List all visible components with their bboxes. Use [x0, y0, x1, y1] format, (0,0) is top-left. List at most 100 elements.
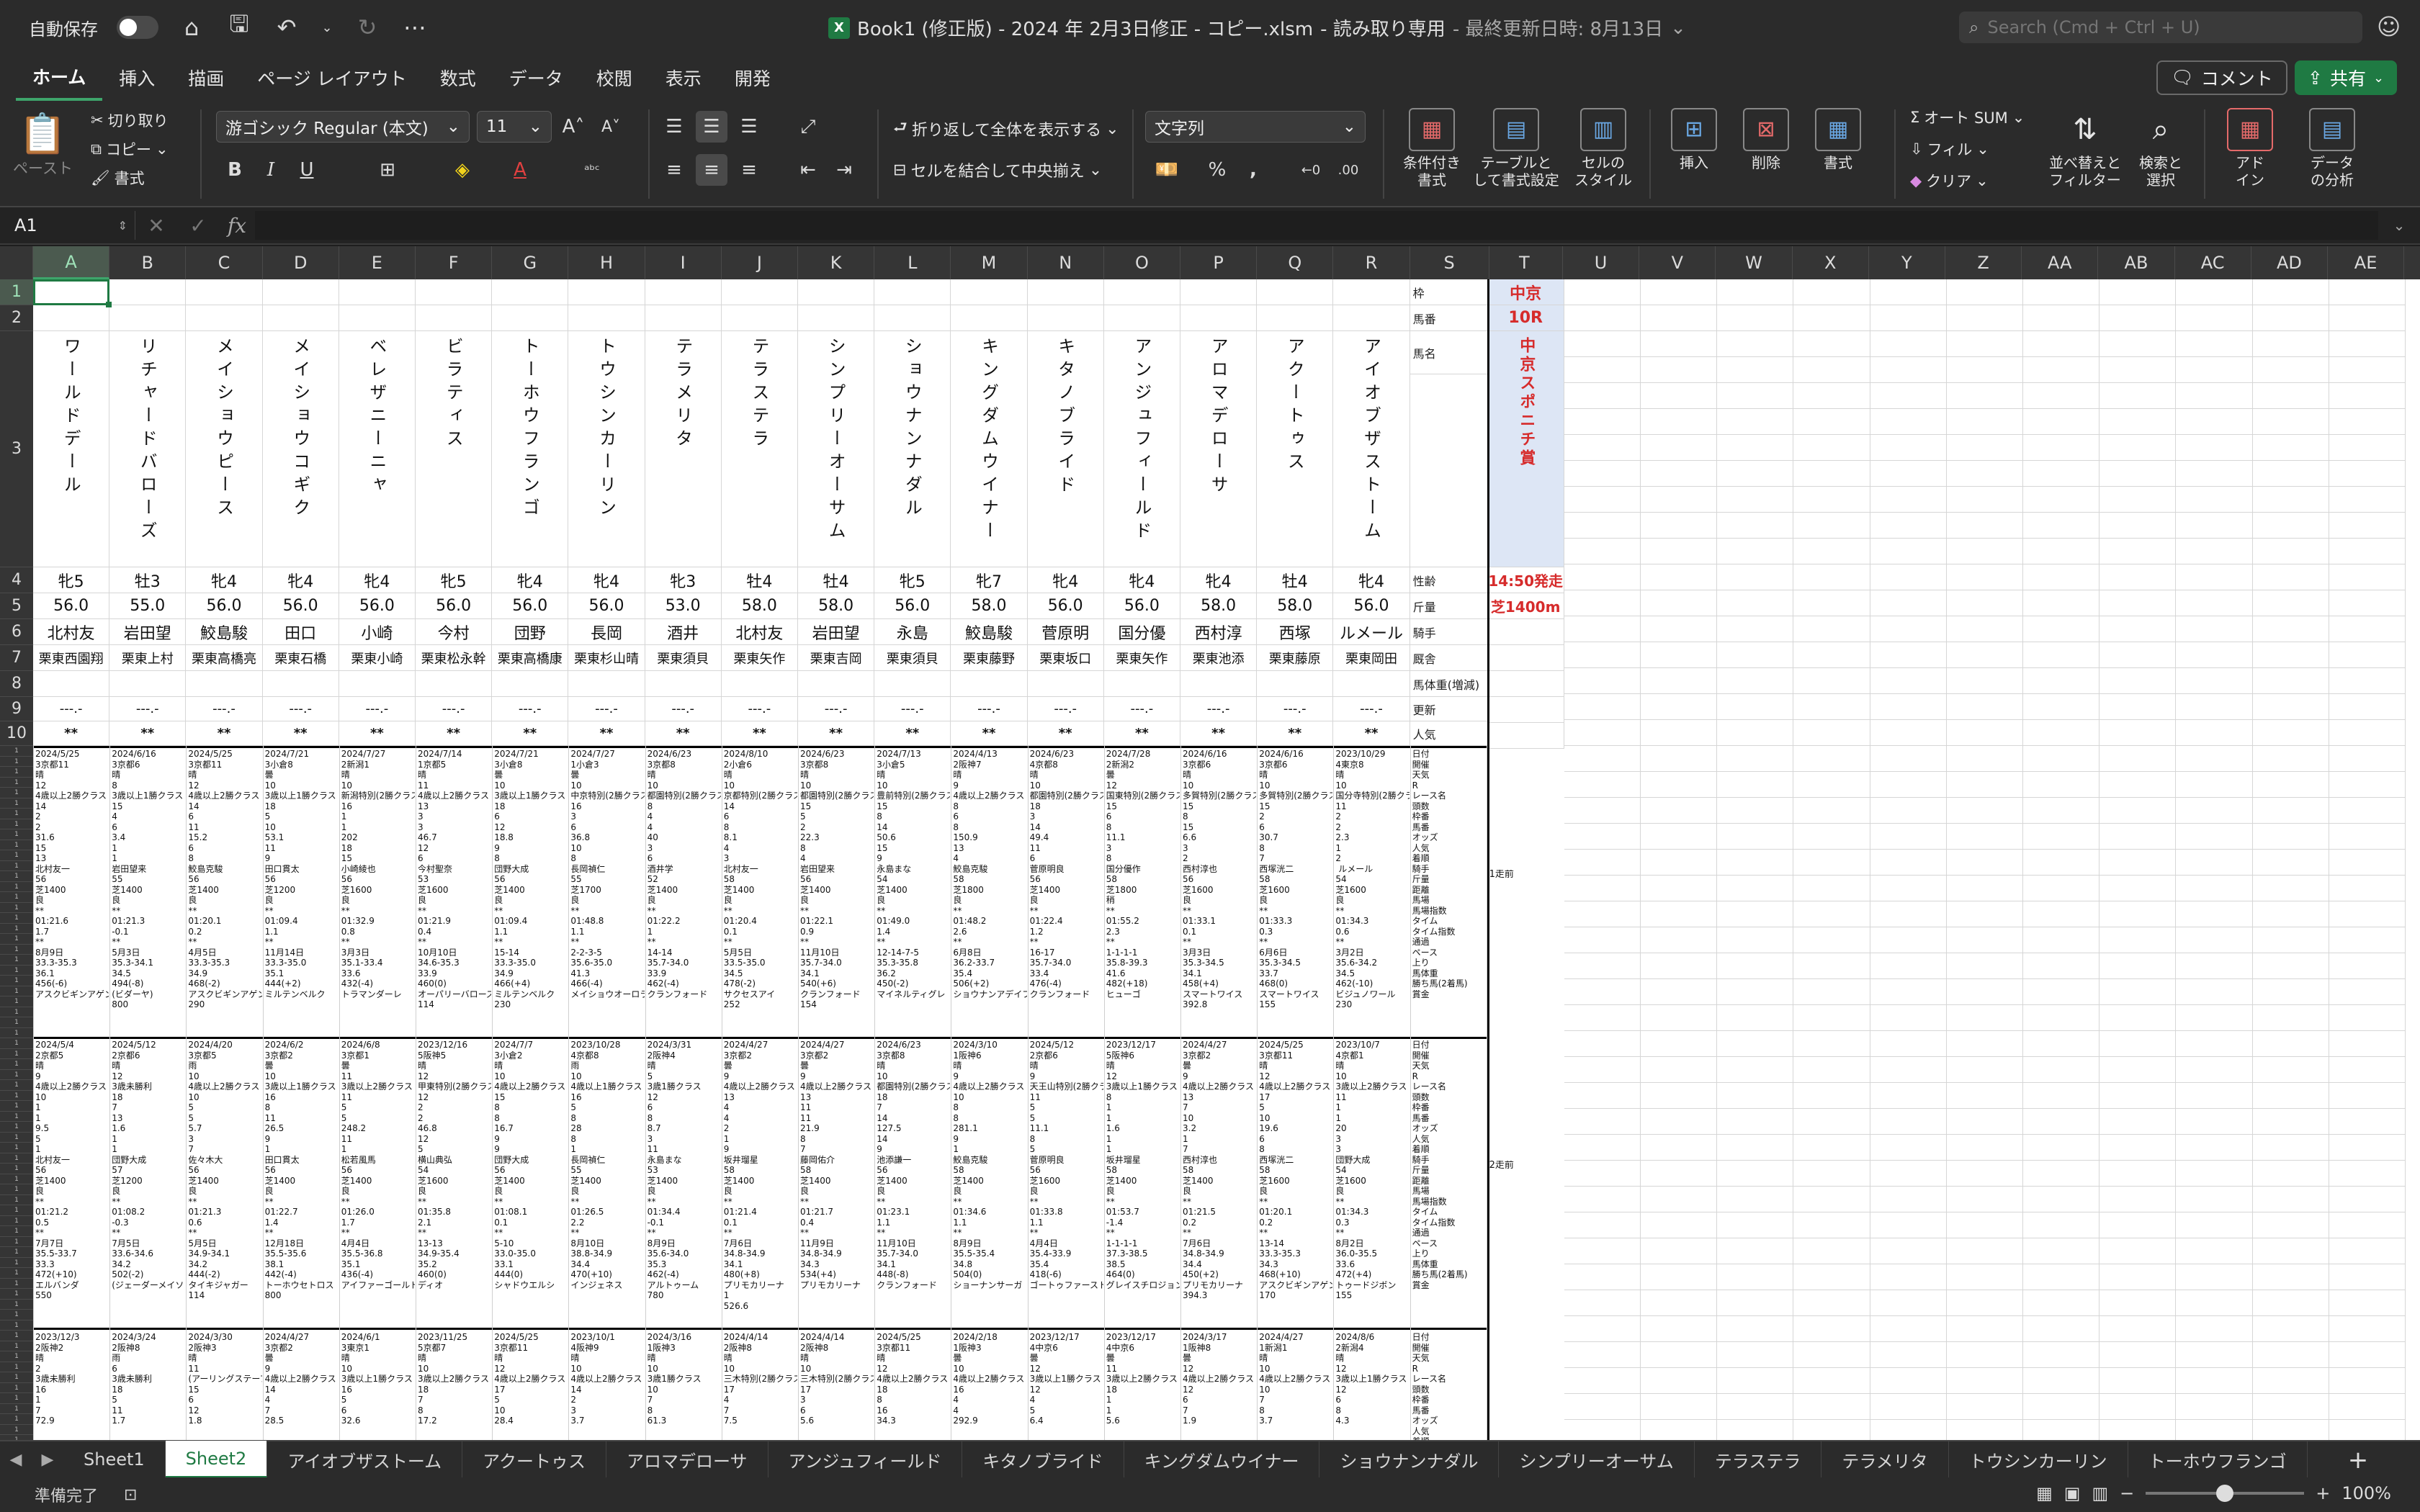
empty-cell[interactable] — [1946, 824, 2023, 850]
column-header[interactable]: G — [492, 246, 569, 279]
odds-cell[interactable]: ---.- — [874, 697, 951, 721]
empty-cell[interactable] — [1641, 1187, 1718, 1212]
empty-cell[interactable] — [2023, 590, 2100, 616]
empty-cell[interactable] — [1717, 461, 1794, 487]
empty-cell[interactable] — [1870, 305, 1947, 331]
font-size-select[interactable]: 11 ⌄ — [477, 111, 552, 143]
tab-draw[interactable]: 描画 — [171, 55, 241, 101]
empty-cell[interactable] — [2252, 901, 2329, 927]
past-run-cell[interactable]: 2023/12/3 2阪神2 晴 2 3歳未勝利 16 1 7 72.9 — [35, 1332, 109, 1440]
empty-cell[interactable] — [1870, 746, 1947, 772]
bold-icon[interactable]: B — [219, 154, 251, 186]
stable-cell[interactable]: 栗東高橋亮 — [186, 645, 263, 671]
empty-cell[interactable] — [2099, 1264, 2177, 1290]
sex-age-cell[interactable]: 牝4 — [492, 567, 569, 593]
empty-cell[interactable] — [2252, 435, 2329, 461]
empty-cell[interactable] — [1717, 1264, 1794, 1290]
empty-cell[interactable] — [1946, 694, 2023, 720]
empty-cell[interactable] — [1793, 927, 1870, 953]
empty-cell[interactable] — [1793, 1368, 1870, 1394]
empty-cell[interactable] — [1870, 1238, 1947, 1264]
past-run-cell[interactable]: 2023/12/17 5阪神6 晴 12 3歳以上1勝クラス 8 1 1 1.6… — [1106, 1040, 1180, 1326]
empty-cell[interactable] — [2252, 564, 2329, 590]
row-header[interactable]: 1 — [0, 1143, 33, 1153]
empty-cell[interactable] — [1564, 720, 1641, 746]
horse-name-cell[interactable]: キングダムウイナー — [951, 331, 1028, 567]
past-run-cell[interactable]: 2024/3/24 2阪神8 雨 6 3歳未勝利 18 5 11 1.7 — [112, 1332, 185, 1440]
empty-cell[interactable] — [2329, 357, 2406, 383]
past-run-cell[interactable]: 2024/7/27 2新潟1 晴 10 新潟特別(2勝クラス) 16 1 1 2… — [341, 749, 415, 1035]
empty-cell[interactable] — [1793, 876, 1870, 901]
column-header[interactable]: T — [1487, 246, 1563, 279]
empty-cell[interactable] — [1870, 1057, 1947, 1083]
past-run-cell[interactable]: 2023/10/29 4東京8 晴 10 国分寺特別(2勝クラス) 11 2 2… — [1335, 749, 1409, 1035]
empty-cell[interactable] — [1946, 772, 2023, 798]
empty-cell[interactable] — [2023, 1057, 2100, 1083]
empty-cell[interactable] — [1793, 1316, 1870, 1342]
empty-cell[interactable] — [1717, 953, 1794, 979]
empty-cell[interactable] — [1641, 1109, 1718, 1135]
empty-cell[interactable] — [2099, 435, 2177, 461]
empty-cell[interactable] — [2176, 1161, 2253, 1187]
empty-cell[interactable] — [1870, 279, 1947, 305]
empty-cell[interactable] — [1793, 1135, 1870, 1161]
empty-cell[interactable] — [2023, 1135, 2100, 1161]
empty-cell[interactable] — [2176, 383, 2253, 409]
popularity-cell[interactable]: ** — [492, 721, 569, 746]
empty-cell[interactable] — [2099, 616, 2177, 642]
row-header[interactable]: 1 — [0, 1435, 33, 1440]
empty-cell[interactable] — [2176, 564, 2253, 590]
empty-cell[interactable] — [2252, 539, 2329, 564]
past-run-cell[interactable]: 2024/5/12 2京都6 晴 12 3歳未勝利 18 7 13 1.6 1 … — [112, 1040, 185, 1326]
formula-input[interactable] — [255, 211, 2378, 240]
empty-cell[interactable] — [1641, 1368, 1718, 1394]
popularity-cell[interactable]: ** — [1333, 721, 1410, 746]
odds-cell[interactable]: ---.- — [339, 697, 416, 721]
empty-cell[interactable] — [1641, 357, 1718, 383]
body-weight-cell[interactable] — [339, 671, 416, 697]
empty-cell[interactable] — [1717, 979, 1794, 1005]
tab-home[interactable]: ホーム — [16, 55, 103, 101]
row-header[interactable]: 1 — [0, 913, 33, 924]
column-header[interactable]: I — [645, 246, 722, 279]
past-run-cell[interactable]: 2024/4/27 1新潟1 晴 10 4歳以上2勝クラス 10 7 8 3.7 — [1259, 1332, 1332, 1440]
empty-cell[interactable] — [2099, 927, 2177, 953]
odds-cell[interactable]: ---.- — [1257, 697, 1334, 721]
empty-cell[interactable] — [2099, 1212, 2177, 1238]
empty-cell[interactable] — [2329, 1109, 2406, 1135]
decrease-indent-icon[interactable]: ⇤ — [792, 154, 824, 186]
empty-cell[interactable] — [2023, 1031, 2100, 1057]
weight-cell[interactable]: 56.0 — [1333, 593, 1410, 619]
frame-cell[interactable] — [645, 279, 722, 305]
find-select-button[interactable]: ⌕ 検索と 選択 — [2132, 108, 2190, 189]
frame-cell[interactable] — [798, 279, 875, 305]
empty-cell[interactable] — [2099, 850, 2177, 876]
row-header[interactable]: 1 — [0, 1383, 33, 1393]
empty-cell[interactable] — [2099, 461, 2177, 487]
frame-cell[interactable] — [1180, 279, 1258, 305]
empty-cell[interactable] — [1946, 850, 2023, 876]
empty-cell[interactable] — [2329, 513, 2406, 539]
empty-cell[interactable] — [1641, 279, 1718, 305]
comment-button[interactable]: 🗨 コメント — [2156, 60, 2287, 95]
empty-cell[interactable] — [2023, 824, 2100, 850]
empty-cell[interactable] — [2176, 305, 2253, 331]
empty-cell[interactable] — [1564, 564, 1641, 590]
confirm-icon[interactable]: ✓ — [177, 214, 219, 238]
weight-cell[interactable]: 56.0 — [1103, 593, 1180, 619]
body-weight-cell[interactable] — [262, 671, 339, 697]
tab-developer[interactable]: 開発 — [718, 55, 787, 101]
row-header[interactable]: 7 — [0, 645, 33, 671]
popularity-cell[interactable]: ** — [798, 721, 875, 746]
row-header[interactable]: 1 — [0, 1195, 33, 1205]
column-header[interactable]: C — [186, 246, 263, 279]
sex-age-cell[interactable]: 牝3 — [645, 567, 722, 593]
empty-cell[interactable] — [1564, 1187, 1641, 1212]
empty-cell[interactable] — [2099, 1316, 2177, 1342]
row-header[interactable]: 1 — [0, 1164, 33, 1174]
past-run-cell[interactable]: 2024/3/10 1阪神6 晴 9 4歳以上2勝クラス 10 8 8 281.… — [953, 1040, 1026, 1326]
empty-cell[interactable] — [1564, 1212, 1641, 1238]
column-header[interactable]: B — [109, 246, 187, 279]
sheet-tab[interactable]: ショウナンナダル — [1319, 1441, 1500, 1478]
align-left-icon[interactable]: ≡ — [658, 154, 690, 186]
